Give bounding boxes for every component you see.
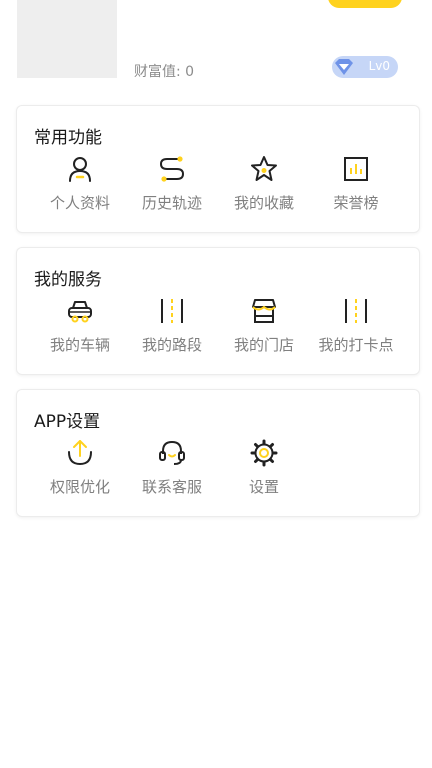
- item-label: 我的门店: [233, 336, 294, 354]
- honor-list-item[interactable]: 荣誉榜: [310, 154, 402, 218]
- section-title: 常用功能: [34, 128, 102, 148]
- my-checkin-point-item[interactable]: 我的打卡点: [310, 296, 402, 360]
- item-label: 我的打卡点: [318, 336, 394, 354]
- history-track-item[interactable]: 历史轨迹: [126, 154, 218, 218]
- checkin-road-icon: [345, 299, 367, 323]
- top-action-button[interactable]: [328, 0, 402, 8]
- app-settings-card: APP设置 权限优化 联系客服 设置: [16, 389, 420, 517]
- avatar[interactable]: [17, 0, 117, 78]
- item-label: 联系客服: [141, 478, 202, 496]
- route-icon: [159, 156, 185, 182]
- person-icon: [69, 157, 91, 182]
- item-label: 我的路段: [141, 336, 202, 354]
- contact-service-item[interactable]: 联系客服: [126, 438, 218, 502]
- personal-info-item[interactable]: 个人资料: [34, 154, 126, 218]
- wealth-value: 财富值: 0: [134, 64, 195, 80]
- settings-item[interactable]: 设置: [218, 438, 310, 502]
- my-road-item[interactable]: 我的路段: [126, 296, 218, 360]
- section-title: 我的服务: [34, 270, 102, 290]
- my-services-card: 我的服务 我的车辆 我的路段 我的门店 我的打卡点: [16, 247, 420, 375]
- level-badge[interactable]: Lv0: [332, 56, 398, 78]
- star-icon: [251, 156, 277, 181]
- chart-icon: [344, 157, 368, 181]
- permission-optimize-item[interactable]: 权限优化: [34, 438, 126, 502]
- item-label: 我的车辆: [49, 336, 110, 354]
- permission-icon: [68, 440, 92, 466]
- gear-icon: [250, 439, 278, 467]
- item-label: 权限优化: [49, 478, 110, 496]
- my-favorites-item[interactable]: 我的收藏: [218, 154, 310, 218]
- level-label: Lv0: [368, 59, 390, 73]
- store-icon: [252, 299, 276, 323]
- item-label: 设置: [248, 478, 279, 496]
- section-title: APP设置: [34, 412, 101, 432]
- item-label: 个人资料: [49, 194, 110, 212]
- item-label: 荣誉榜: [333, 194, 379, 212]
- road-icon: [161, 299, 183, 323]
- diamond-icon: [335, 59, 353, 75]
- my-store-item[interactable]: 我的门店: [218, 296, 310, 360]
- item-label: 我的收藏: [233, 194, 294, 212]
- my-vehicle-item[interactable]: 我的车辆: [34, 296, 126, 360]
- car-icon: [68, 301, 92, 323]
- common-functions-card: 常用功能 个人资料 历史轨迹 我的收藏 荣誉榜: [16, 105, 420, 233]
- headset-icon: [159, 440, 185, 465]
- item-label: 历史轨迹: [141, 194, 202, 212]
